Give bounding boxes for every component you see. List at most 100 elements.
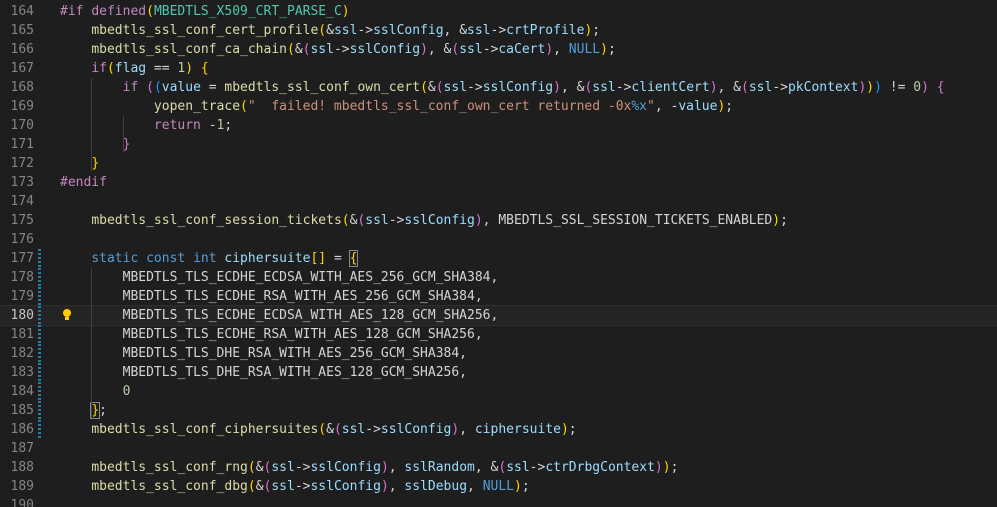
code-line[interactable]: 178 MBEDTLS_TLS_ECDHE_ECDSA_WITH_AES_256…	[0, 268, 997, 287]
modified-line-indicator[interactable]	[38, 401, 41, 420]
code-token: clientCert	[631, 80, 710, 95]
code-line[interactable]: 186 mbedtls_ssl_conf_ciphersuites(&(ssl-…	[0, 420, 997, 439]
code-line[interactable]: 179 MBEDTLS_TLS_ECDHE_RSA_WITH_AES_256_G…	[0, 287, 997, 306]
code-line[interactable]: 183 MBEDTLS_TLS_DHE_RSA_WITH_AES_128_GCM…	[0, 363, 997, 382]
code-line[interactable]: 176	[0, 230, 997, 249]
code-line[interactable]: 180 MBEDTLS_TLS_ECDHE_ECDSA_WITH_AES_128…	[0, 305, 997, 326]
code-line[interactable]: 172 }	[0, 154, 997, 173]
code-line[interactable]: 190	[0, 496, 997, 507]
code-text: MBEDTLS_TLS_ECDHE_RSA_WITH_AES_256_GCM_S…	[60, 287, 483, 306]
line-number: 184	[10, 384, 34, 399]
modified-line-indicator[interactable]	[38, 268, 41, 287]
code-token: )	[420, 42, 428, 57]
code-token: )	[662, 460, 671, 475]
code-token: -	[200, 118, 217, 133]
code-text: static const int ciphersuite[] = {	[60, 249, 359, 268]
code-text: if ((value = mbedtls_ssl_conf_own_cert(&…	[60, 78, 945, 97]
code-token: (	[318, 23, 327, 38]
code-text: mbedtls_ssl_conf_ca_chain(&(ssl->sslConf…	[60, 40, 615, 59]
code-token: sslConfig	[404, 213, 475, 228]
code-token: , &	[560, 80, 585, 95]
code-line[interactable]: 167 if(flag == 1) {	[0, 59, 997, 78]
line-number: 183	[10, 365, 34, 380]
modified-line-indicator[interactable]	[38, 249, 41, 268]
line-number: 190	[10, 498, 34, 507]
code-token: ssl	[310, 42, 334, 57]
line-number: 164	[10, 4, 34, 19]
code-line[interactable]: 166 mbedtls_ssl_conf_ca_chain(&(ssl->ssl…	[0, 40, 997, 59]
code-token: mbedtls_ssl_conf_rng	[91, 460, 248, 475]
code-token: &	[326, 23, 334, 38]
line-number: 168	[10, 80, 34, 95]
code-token: (	[240, 99, 248, 114]
code-token: ,	[482, 213, 499, 228]
code-line[interactable]: 182 MBEDTLS_TLS_DHE_RSA_WITH_AES_256_GCM…	[0, 344, 997, 363]
code-token: , &	[427, 42, 452, 57]
code-token: MBEDTLS_TLS_ECDHE_ECDSA_WITH_AES_256_GCM…	[122, 270, 491, 285]
code-token: ;	[592, 23, 601, 38]
modified-line-indicator[interactable]	[38, 325, 41, 344]
indent-guide	[122, 116, 124, 152]
code-editor[interactable]: 164 #if defined(MBEDTLS_X509_CRT_PARSE_C)…	[0, 0, 997, 507]
code-line[interactable]: 177 static const int ciphersuite[] = {	[0, 249, 997, 268]
code-token: ciphersuite	[474, 422, 561, 437]
line-number: 167	[10, 61, 34, 76]
code-line[interactable]: 169 yopen_trace(" failed! mbedtls_ssl_co…	[0, 97, 997, 116]
code-token: }	[91, 156, 100, 171]
code-token: (	[106, 61, 115, 76]
line-number: 174	[10, 194, 34, 209]
code-line[interactable]: 189 mbedtls_ssl_conf_dbg(&(ssl->sslConfi…	[0, 477, 997, 496]
code-line[interactable]: 185 };	[0, 401, 997, 420]
code-token: !=	[881, 80, 914, 95]
code-line[interactable]: 188 mbedtls_ssl_conf_rng(&(ssl->sslConfi…	[0, 458, 997, 477]
code-token: ->	[294, 479, 311, 494]
code-token: sslConfig	[482, 80, 554, 95]
code-token: mbedtls_ssl_conf_dbg	[91, 479, 248, 494]
modified-line-indicator[interactable]	[38, 344, 41, 363]
code-line[interactable]: 165 mbedtls_ssl_conf_cert_profile(&ssl->…	[0, 21, 997, 40]
code-token: ssl	[333, 23, 358, 38]
code-token: , &	[717, 80, 742, 95]
line-number: 188	[10, 460, 34, 475]
code-token: MBEDTLS_TLS_ECDHE_RSA_WITH_AES_128_GCM_S…	[122, 327, 475, 342]
code-line[interactable]: 173 #endif	[0, 173, 997, 192]
code-token: 0	[122, 384, 131, 399]
line-number: 181	[10, 327, 34, 342]
code-text: #endif	[60, 173, 107, 192]
code-token: MBEDTLS_TLS_ECDHE_RSA_WITH_AES_256_GCM_S…	[122, 289, 475, 304]
code-line[interactable]: 174	[0, 192, 997, 211]
code-token: (	[146, 80, 154, 95]
modified-line-indicator[interactable]	[38, 420, 41, 439]
code-line[interactable]: 175 mbedtls_ssl_conf_session_tickets(&(s…	[0, 211, 997, 230]
code-line[interactable]: 164 #if defined(MBEDTLS_X509_CRT_PARSE_C)	[0, 2, 997, 21]
code-line[interactable]: 170 return -1;	[0, 116, 997, 135]
modified-line-indicator[interactable]	[38, 363, 41, 382]
code-token: ssl	[748, 80, 773, 95]
line-number: 175	[10, 213, 34, 228]
code-token: mbedtls_ssl_conf_own_cert	[224, 80, 421, 95]
line-number: 189	[10, 479, 34, 494]
code-token: ssl	[365, 213, 389, 228]
code-token: "	[647, 99, 655, 114]
modified-line-indicator[interactable]	[38, 306, 41, 325]
code-text: mbedtls_ssl_conf_rng(&(ssl->sslConfig), …	[60, 458, 678, 477]
code-line[interactable]: 168 if ((value = mbedtls_ssl_conf_own_ce…	[0, 78, 997, 97]
modified-line-indicator[interactable]	[38, 382, 41, 401]
code-token: ;	[99, 403, 107, 418]
code-text: MBEDTLS_TLS_ECDHE_ECDSA_WITH_AES_128_GCM…	[60, 306, 499, 325]
line-number: 187	[10, 441, 34, 456]
code-line[interactable]: 184 0	[0, 382, 997, 401]
code-line[interactable]: 171 }	[0, 135, 997, 154]
code-token: ,	[459, 422, 475, 437]
code-token: (	[153, 80, 162, 95]
code-token: MBEDTLS_TLS_ECDHE_ECDSA_WITH_AES_128_GCM…	[122, 308, 491, 323]
code-line[interactable]: 187	[0, 439, 997, 458]
line-number: 180	[10, 308, 34, 323]
modified-line-indicator[interactable]	[38, 287, 41, 306]
code-line[interactable]: 181 MBEDTLS_TLS_ECDHE_RSA_WITH_AES_128_G…	[0, 325, 997, 344]
